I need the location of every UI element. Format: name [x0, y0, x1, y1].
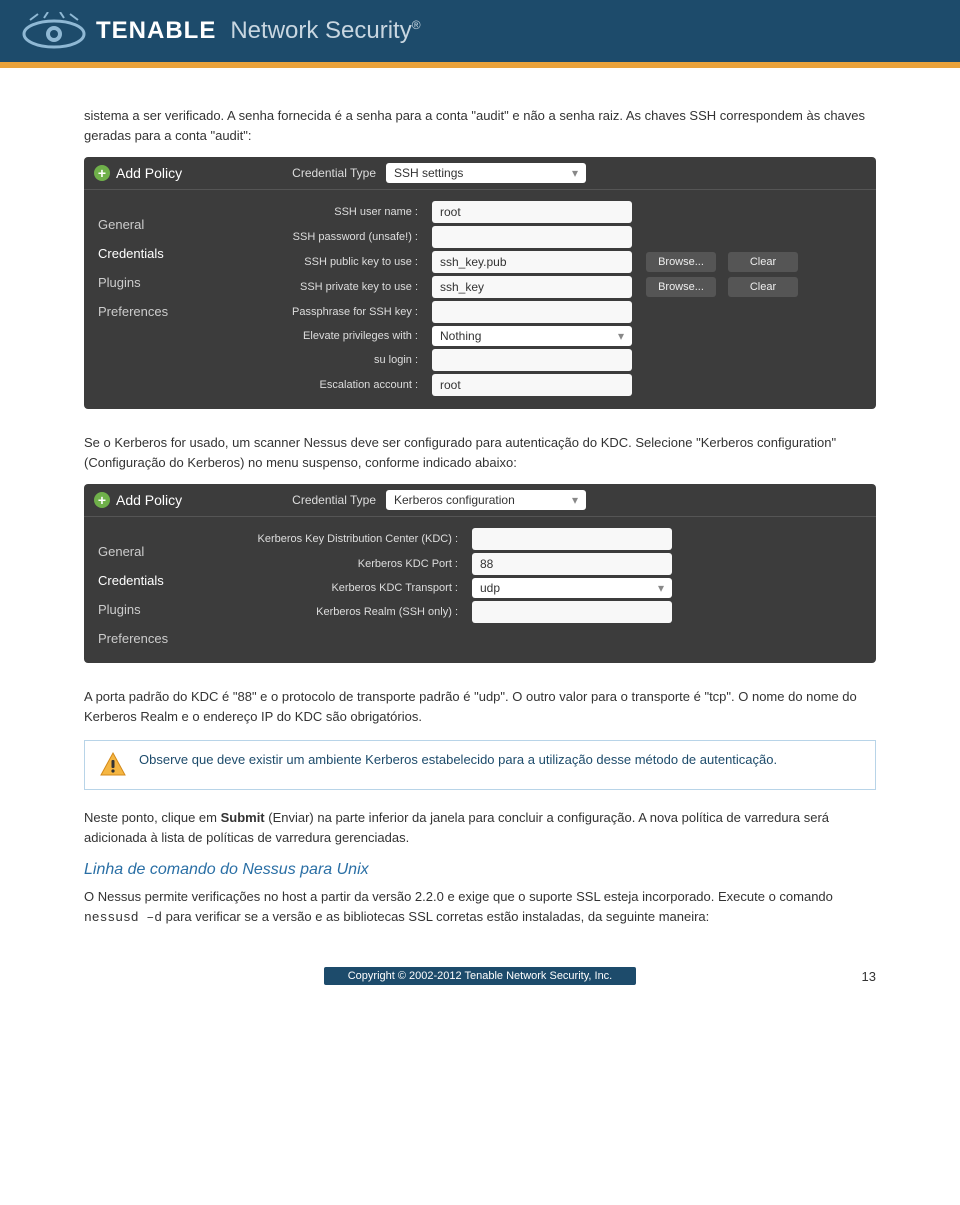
screenshot-ssh: + Add Policy Credential Type SSH setting…: [84, 157, 876, 409]
sidebar-item-preferences[interactable]: Preferences: [84, 297, 214, 326]
page-number: 13: [862, 969, 876, 984]
brand-text: TENABLE: [96, 17, 216, 45]
clear-button[interactable]: Clear: [728, 252, 798, 272]
paragraph-3: A porta padrão do KDC é "88" e o protoco…: [84, 687, 876, 726]
copyright: Copyright © 2002-2012 Tenable Network Se…: [324, 967, 637, 985]
passphrase-input[interactable]: [432, 301, 632, 323]
plus-icon: +: [94, 492, 110, 508]
sidebar-item-preferences[interactable]: Preferences: [84, 624, 214, 653]
ssh-privkey-input[interactable]: [432, 276, 632, 298]
warning-icon: [99, 751, 127, 779]
form-area: Kerberos Key Distribution Center (KDC) :…: [214, 517, 876, 663]
credential-type-label: Credential Type: [292, 493, 376, 507]
paragraph-4: Neste ponto, clique em Submit (Enviar) n…: [84, 808, 876, 847]
sidebar-item-credentials[interactable]: Credentials: [84, 566, 214, 595]
paragraph-1: sistema a ser verificado. A senha fornec…: [84, 106, 876, 145]
note-text: Observe que deve existir um ambiente Ker…: [139, 751, 777, 779]
kdc-transport-label: Kerberos KDC Transport :: [214, 582, 464, 594]
form-area: SSH user name : SSH password (unsafe!) :…: [214, 190, 876, 409]
policy-sidebar: General Credentials Plugins Preferences: [84, 517, 214, 663]
tagline: Network Security®: [230, 17, 420, 45]
sidebar-item-plugins[interactable]: Plugins: [84, 268, 214, 297]
escalation-input[interactable]: [432, 374, 632, 396]
screenshot-kerberos: + Add Policy Credential Type Kerberos co…: [84, 484, 876, 663]
sidebar-item-general[interactable]: General: [84, 537, 214, 566]
section-heading: Linha de comando do Nessus para Unix: [84, 861, 876, 879]
ssh-privkey-label: SSH private key to use :: [214, 281, 424, 293]
kdc-port-label: Kerberos KDC Port :: [214, 558, 464, 570]
paragraph-2: Se o Kerberos for usado, um scanner Ness…: [84, 433, 876, 472]
ssh-pass-input[interactable]: [432, 226, 632, 248]
sidebar-item-credentials[interactable]: Credentials: [84, 239, 214, 268]
realm-input[interactable]: [472, 601, 672, 623]
browse-button[interactable]: Browse...: [646, 252, 716, 272]
sidebar-item-general[interactable]: General: [84, 210, 214, 239]
doc-header: TENABLE Network Security®: [0, 0, 960, 62]
add-policy-label: Add Policy: [116, 492, 182, 508]
credential-type-dropdown[interactable]: Kerberos configuration: [386, 490, 586, 510]
ssh-user-label: SSH user name :: [214, 206, 424, 218]
browse-button[interactable]: Browse...: [646, 277, 716, 297]
sidebar-item-plugins[interactable]: Plugins: [84, 595, 214, 624]
ssh-pubkey-input[interactable]: [432, 251, 632, 273]
policy-sidebar: General Credentials Plugins Preferences: [84, 190, 214, 409]
kdc-port-input[interactable]: [472, 553, 672, 575]
footer: Copyright © 2002-2012 Tenable Network Se…: [84, 967, 876, 985]
ssh-pass-label: SSH password (unsafe!) :: [214, 231, 424, 243]
elevate-dropdown[interactable]: Nothing: [432, 326, 632, 346]
add-policy-button[interactable]: + Add Policy: [94, 492, 182, 508]
kdc-transport-dropdown[interactable]: udp: [472, 578, 672, 598]
note-box: Observe que deve existir um ambiente Ker…: [84, 740, 876, 790]
ssh-user-input[interactable]: [432, 201, 632, 223]
plus-icon: +: [94, 165, 110, 181]
realm-label: Kerberos Realm (SSH only) :: [214, 606, 464, 618]
kdc-label: Kerberos Key Distribution Center (KDC) :: [214, 533, 464, 545]
clear-button[interactable]: Clear: [728, 277, 798, 297]
su-login-label: su login :: [214, 354, 424, 366]
add-policy-button[interactable]: + Add Policy: [94, 165, 182, 181]
escalation-label: Escalation account :: [214, 379, 424, 391]
add-policy-label: Add Policy: [116, 165, 182, 181]
paragraph-5: O Nessus permite verificações no host a …: [84, 887, 876, 927]
credential-type-label: Credential Type: [292, 166, 376, 180]
eye-icon: [20, 12, 88, 50]
passphrase-label: Passphrase for SSH key :: [214, 306, 424, 318]
elevate-label: Elevate privileges with :: [214, 330, 424, 342]
logo: TENABLE Network Security®: [20, 12, 421, 50]
ssh-pubkey-label: SSH public key to use :: [214, 256, 424, 268]
credential-type-dropdown[interactable]: SSH settings: [386, 163, 586, 183]
su-login-input[interactable]: [432, 349, 632, 371]
kdc-input[interactable]: [472, 528, 672, 550]
